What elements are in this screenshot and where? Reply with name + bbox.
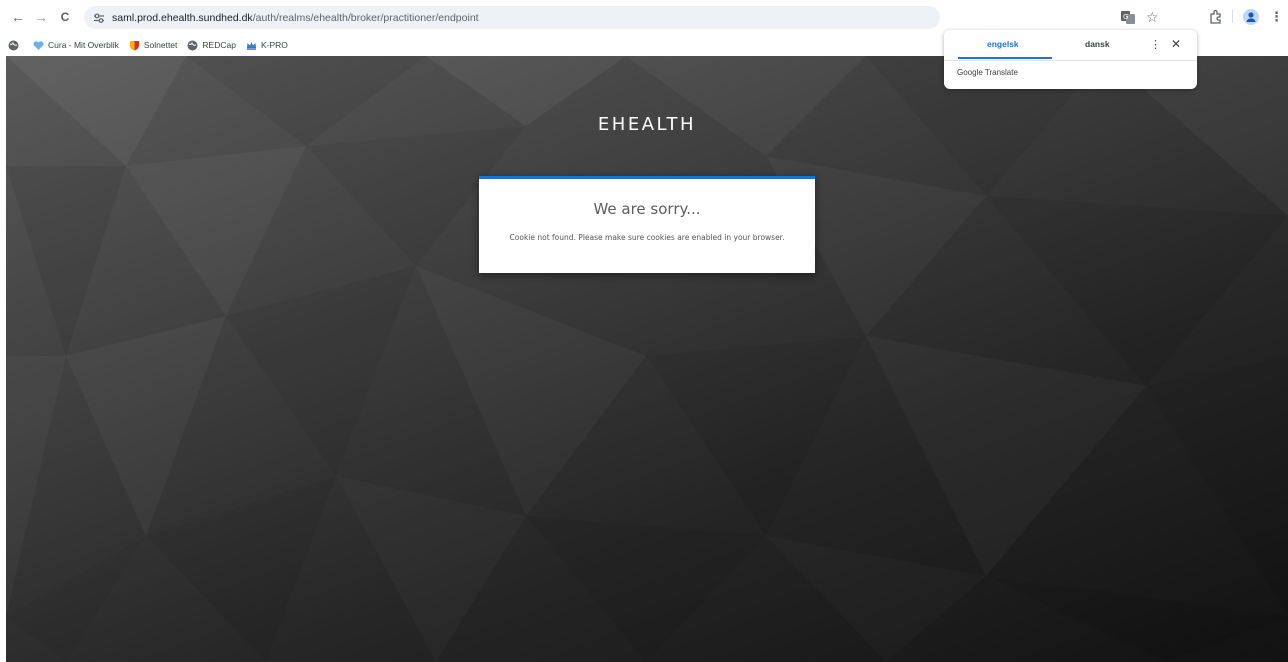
error-card: We are sorry... Cookie not found. Please… bbox=[479, 176, 815, 273]
shield-icon bbox=[129, 40, 140, 51]
translate-popup: engelsk dansk ⋮ ✕ Google Translate bbox=[944, 30, 1197, 89]
error-title: We are sorry... bbox=[593, 200, 701, 218]
url-path: /auth/realms/ehealth/broker/practitioner… bbox=[252, 11, 479, 24]
error-message: Cookie not found. Please make sure cooki… bbox=[509, 233, 785, 242]
site-settings-icon[interactable] bbox=[92, 11, 106, 25]
bookmark-kpro[interactable]: K-PRO bbox=[246, 40, 288, 51]
globe-icon bbox=[8, 40, 19, 51]
reload-button[interactable]: C bbox=[54, 6, 76, 28]
heart-icon bbox=[33, 40, 44, 51]
bookmark-solnettet[interactable]: Solnettet bbox=[129, 40, 178, 51]
tab-dansk[interactable]: dansk bbox=[1085, 39, 1110, 49]
close-icon[interactable]: ✕ bbox=[1171, 37, 1181, 51]
ehealth-brand-title: EHEALTH bbox=[597, 114, 697, 135]
bookmark-label: REDCap bbox=[202, 40, 236, 50]
url-host: saml.prod.ehealth.sundhed.dk bbox=[112, 11, 253, 24]
browser-toolbar: ← → C saml.prod.ehealth.sundhed.dk/auth/… bbox=[0, 0, 1288, 34]
address-bar[interactable]: saml.prod.ehealth.sundhed.dk/auth/realms… bbox=[84, 6, 940, 29]
back-button[interactable]: ← bbox=[7, 6, 29, 28]
url-text: saml.prod.ehealth.sundhed.dk/auth/realms… bbox=[112, 12, 479, 24]
translate-page-icon[interactable]: G bbox=[1120, 8, 1136, 26]
translate-footer-label: Google Translate bbox=[957, 68, 1018, 77]
svg-text:G: G bbox=[1123, 13, 1128, 21]
bookmark-label: Cura - Mit Overblik bbox=[48, 40, 119, 50]
forward-button[interactable]: → bbox=[30, 6, 52, 28]
browser-menu-icon[interactable]: ⋮ bbox=[1270, 8, 1283, 26]
bookmark-star-icon[interactable]: ☆ bbox=[1146, 8, 1159, 26]
globe-icon bbox=[187, 40, 198, 51]
bookmark-redcap[interactable]: REDCap bbox=[187, 40, 236, 51]
crown-icon bbox=[246, 40, 257, 51]
bookmark-cura[interactable]: Cura - Mit Overblik bbox=[33, 40, 119, 51]
page-background: EHEALTH We are sorry... Cookie not found… bbox=[6, 56, 1288, 662]
profile-avatar-icon[interactable] bbox=[1243, 8, 1259, 26]
extensions-icon[interactable] bbox=[1208, 8, 1222, 26]
polygon-pattern bbox=[6, 56, 1288, 662]
bookmark-label: K-PRO bbox=[260, 40, 288, 50]
active-tab-indicator bbox=[958, 57, 1052, 59]
translate-options-icon[interactable]: ⋮ bbox=[1150, 38, 1161, 51]
translate-language-tabs: engelsk dansk ⋮ ✕ bbox=[944, 30, 1197, 61]
tab-engelsk[interactable]: engelsk bbox=[987, 39, 1019, 49]
bookmark-globe[interactable] bbox=[8, 40, 23, 51]
bookmark-label: Solnettet bbox=[143, 40, 178, 50]
toolbar-divider bbox=[1232, 10, 1233, 23]
